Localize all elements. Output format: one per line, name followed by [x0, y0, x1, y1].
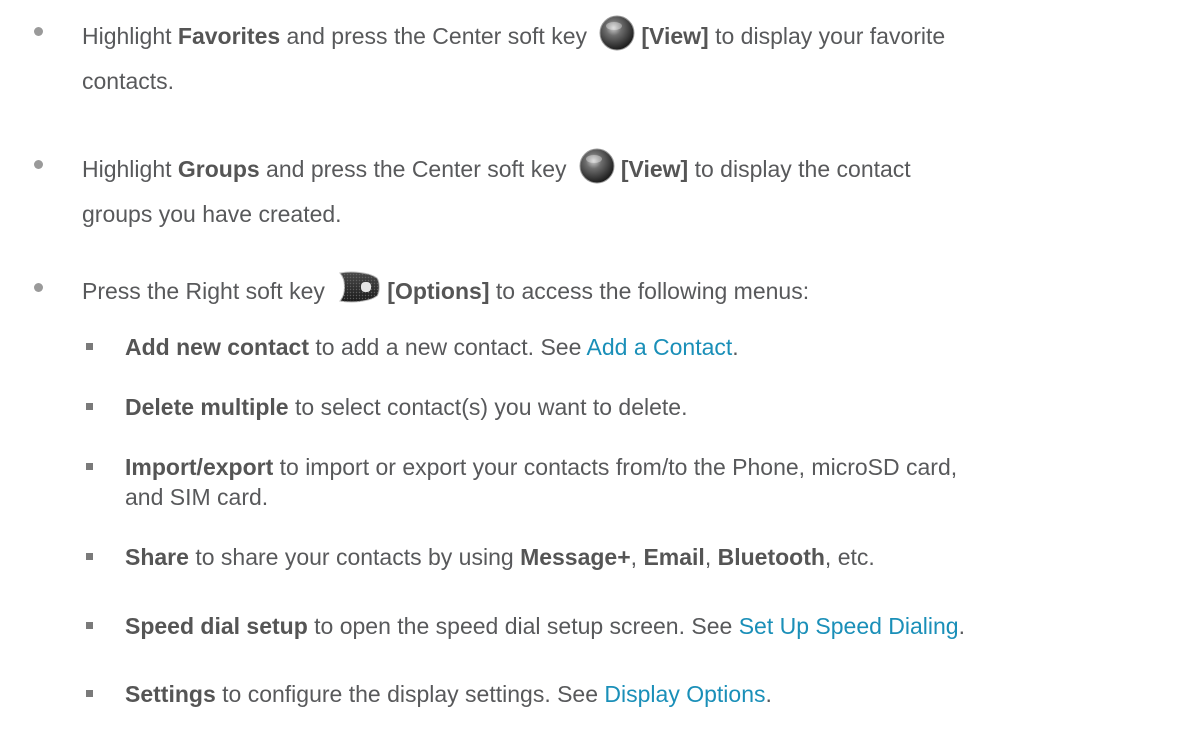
text: Highlight	[82, 156, 178, 183]
text: to access the following menus:	[489, 278, 810, 305]
text: to display your favorite	[708, 23, 946, 50]
bullet-line: contacts.	[82, 68, 175, 94]
bold-term: Settings	[125, 681, 216, 707]
text: to add a new contact. See	[309, 334, 587, 360]
bold-term: Add new contact	[125, 334, 310, 360]
bullet-line: Highlight Favorites and press the Center…	[82, 15, 946, 59]
text: ,	[630, 544, 644, 570]
text: to import or export your contacts from/t…	[273, 454, 958, 480]
text: Press the Right soft key	[82, 278, 332, 305]
bold-term: Message+	[520, 544, 631, 570]
text: to open the speed dial setup screen. See	[307, 613, 739, 639]
bullet-dot	[34, 27, 43, 36]
bold-term: Bluetooth	[717, 544, 825, 570]
bullet-line: groups you have created.	[82, 201, 342, 227]
text: to select contact(s) you want to delete.	[288, 394, 688, 420]
text: ,	[704, 544, 718, 570]
sub-line: Add new contact to add a new contact. Se…	[125, 333, 739, 361]
sub-line: and SIM card.	[125, 484, 269, 510]
bold-term: Email	[643, 544, 705, 570]
square-bullet	[86, 622, 93, 629]
text: , etc.	[824, 544, 875, 570]
bullet-line: Press the Right soft key [Options] to ac…	[82, 270, 810, 313]
text: to configure the display settings. See	[215, 681, 605, 707]
link-display-options[interactable]: Display Options	[604, 681, 765, 707]
square-bullet	[86, 343, 93, 350]
link-add-a-contact[interactable]: Add a Contact	[587, 334, 733, 360]
text: to display the contact	[688, 156, 911, 183]
bold-term: [View]	[641, 23, 709, 50]
square-bullet	[86, 403, 93, 410]
text: .	[765, 681, 772, 707]
bullet-line: Highlight Groups and press the Center so…	[82, 148, 911, 192]
sub-line: Speed dial setup to open the speed dial …	[125, 612, 965, 640]
bold-term: Groups	[177, 156, 260, 183]
bold-term: Import/export	[125, 454, 274, 480]
bold-term: Speed dial setup	[125, 613, 308, 639]
text: and press the Center soft key	[259, 156, 573, 183]
text: Highlight	[82, 23, 178, 50]
center-soft-key-icon	[579, 148, 615, 190]
bold-term: [Options]	[387, 278, 490, 305]
text: to share your contacts by using	[188, 544, 521, 570]
text: .	[958, 613, 965, 639]
square-bullet	[86, 553, 93, 560]
square-bullet	[86, 463, 93, 470]
sub-line: Share to share your contacts by using Me…	[125, 543, 875, 571]
sub-line: Delete multiple to select contact(s) you…	[125, 393, 687, 421]
square-bullet	[86, 690, 93, 697]
right-soft-key-icon	[337, 270, 381, 310]
bold-term: Share	[125, 544, 189, 570]
bold-term: Favorites	[177, 23, 281, 50]
bullet-dot	[34, 283, 43, 292]
sub-line: Settings to configure the display settin…	[125, 680, 772, 708]
text: .	[732, 334, 739, 360]
document-page: Highlight Favorites and press the Center…	[0, 0, 1182, 734]
sub-line: Import/export to import or export your c…	[125, 453, 957, 481]
text: and press the Center soft key	[280, 23, 594, 50]
link-set-up-speed-dialing[interactable]: Set Up Speed Dialing	[739, 613, 959, 639]
bold-term: [View]	[620, 156, 689, 183]
bold-term: Delete multiple	[125, 394, 289, 420]
center-soft-key-icon	[599, 15, 635, 57]
bullet-dot	[34, 160, 43, 169]
